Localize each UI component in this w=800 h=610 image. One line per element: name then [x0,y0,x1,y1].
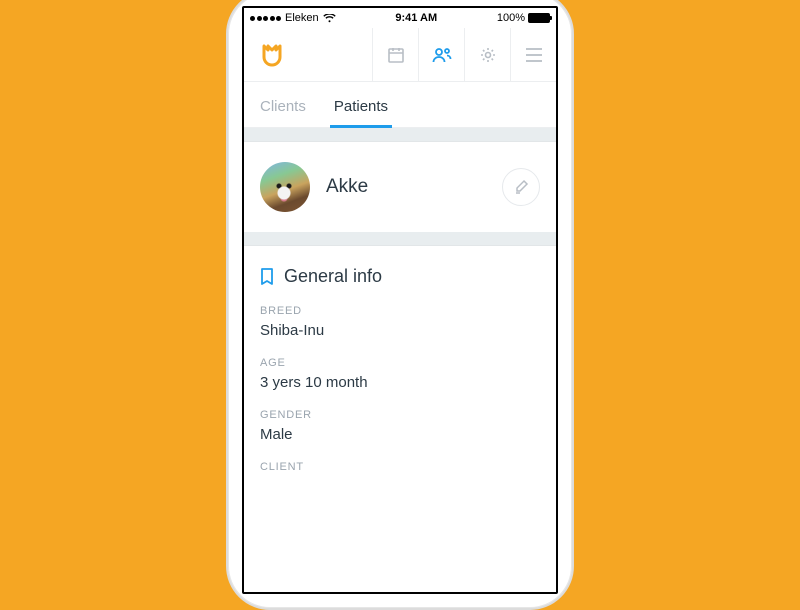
status-right: 100% [497,12,550,24]
status-time: 9:41 AM [336,12,497,24]
screen: Eleken 9:41 AM 100% [242,6,558,594]
field-value: 3 yers 10 month [260,374,540,391]
separator [244,232,556,246]
field-gender: GENDER Male [260,409,540,443]
app-header [244,28,556,82]
patient-name: Akke [326,176,502,198]
field-label: AGE [260,357,540,369]
field-value: Shiba-Inu [260,322,540,339]
field-age: AGE 3 yers 10 month [260,357,540,391]
bookmark-icon [260,268,274,286]
calendar-icon[interactable] [372,28,418,81]
tab-clients[interactable]: Clients [260,98,306,127]
wifi-icon [323,14,336,23]
field-breed: BREED Shiba-Inu [260,305,540,339]
field-label: CLIENT [260,461,540,473]
section-title: General info [260,266,540,287]
carrier-label: Eleken [285,12,319,24]
battery-percent: 100% [497,12,525,24]
app-logo-icon [260,42,284,68]
tabs: Clients Patients [244,82,556,128]
field-label: BREED [260,305,540,317]
gear-icon[interactable] [464,28,510,81]
section-title-text: General info [284,266,382,287]
signal-dots-icon [250,16,281,21]
field-label: GENDER [260,409,540,421]
patient-header: Akke [244,142,556,232]
tab-patients[interactable]: Patients [334,98,388,127]
avatar [260,162,310,212]
field-value: Male [260,426,540,443]
phone-frame: Eleken 9:41 AM 100% [226,0,574,610]
edit-button[interactable] [502,168,540,206]
menu-icon[interactable] [510,28,556,81]
status-left: Eleken [250,12,336,24]
people-icon[interactable] [418,28,464,81]
battery-icon [528,13,550,23]
separator [244,128,556,142]
header-icons [372,28,556,81]
general-info-section: General info BREED Shiba-Inu AGE 3 yers … [244,246,556,473]
status-bar: Eleken 9:41 AM 100% [244,8,556,28]
field-client: CLIENT [260,461,540,473]
